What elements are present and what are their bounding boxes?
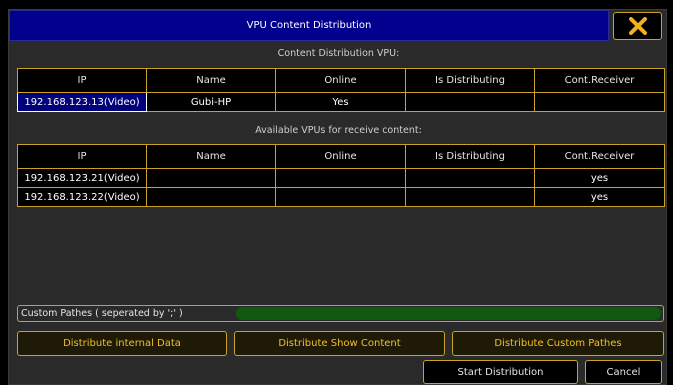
column-header-online[interactable]: Online — [275, 144, 406, 169]
column-header-cont-receiver[interactable]: Cont.Receiver — [534, 68, 665, 93]
cell-name[interactable] — [146, 187, 276, 207]
distribute-internal-data-button[interactable]: Distribute internal Data — [17, 331, 227, 356]
close-button[interactable] — [613, 12, 662, 40]
cell-cont-receiver[interactable]: yes — [534, 187, 665, 207]
distribute-custom-pathes-button[interactable]: Distribute Custom Pathes — [452, 331, 664, 356]
cell-name[interactable] — [146, 168, 276, 188]
cell-cont-receiver[interactable] — [534, 92, 665, 112]
dialog-title: VPU Content Distribution — [246, 20, 372, 31]
table-header-row: IP Name Online Is Distributing Cont.Rece… — [17, 144, 665, 169]
column-header-cont-receiver[interactable]: Cont.Receiver — [534, 144, 665, 169]
column-header-online[interactable]: Online — [275, 68, 406, 93]
column-header-name[interactable]: Name — [146, 144, 276, 169]
cell-ip[interactable]: 192.168.123.21(Video) — [17, 168, 147, 188]
cell-online[interactable] — [275, 187, 406, 207]
cell-online[interactable]: Yes — [275, 92, 406, 112]
content-distribution-label: Content Distribution VPU: — [277, 48, 400, 59]
cell-is-distributing[interactable] — [405, 168, 535, 188]
table-row[interactable]: 192.168.123.13(Video) Gubi-HP Yes — [17, 92, 665, 112]
column-header-is-distributing[interactable]: Is Distributing — [405, 68, 535, 93]
cell-ip[interactable]: 192.168.123.13(Video) — [17, 92, 147, 112]
table-header-row: IP Name Online Is Distributing Cont.Rece… — [17, 68, 665, 93]
start-distribution-button[interactable]: Start Distribution — [423, 360, 578, 384]
cell-name[interactable]: Gubi-HP — [146, 92, 276, 112]
column-header-name[interactable]: Name — [146, 68, 276, 93]
available-vpus-label: Available VPUs for receive content: — [255, 125, 422, 136]
cell-online[interactable] — [275, 168, 406, 188]
column-header-ip[interactable]: IP — [17, 68, 147, 93]
table-row[interactable]: 192.168.123.21(Video) yes — [17, 168, 665, 188]
dialog-title-bar: VPU Content Distribution — [9, 10, 609, 41]
distribute-show-content-button[interactable]: Distribute Show Content — [234, 331, 445, 356]
cancel-button[interactable]: Cancel — [585, 360, 662, 384]
content-distribution-table: IP Name Online Is Distributing Cont.Rece… — [17, 68, 665, 112]
close-x-icon — [628, 17, 647, 35]
column-header-is-distributing[interactable]: Is Distributing — [405, 144, 535, 169]
custom-paths-input[interactable] — [236, 307, 661, 320]
column-header-ip[interactable]: IP — [17, 144, 147, 169]
custom-paths-label: Custom Pathes ( seperated by ';' ) — [21, 308, 183, 319]
cell-ip[interactable]: 192.168.123.22(Video) — [17, 187, 147, 207]
cell-is-distributing[interactable] — [405, 92, 535, 112]
cell-cont-receiver[interactable]: yes — [534, 168, 665, 188]
vpu-content-distribution-dialog: VPU Content Distribution Content Distrib… — [8, 9, 667, 385]
cell-is-distributing[interactable] — [405, 187, 535, 207]
available-vpus-table: IP Name Online Is Distributing Cont.Rece… — [17, 144, 665, 207]
table-row[interactable]: 192.168.123.22(Video) yes — [17, 187, 665, 207]
custom-paths-row: Custom Pathes ( seperated by ';' ) — [17, 305, 664, 322]
